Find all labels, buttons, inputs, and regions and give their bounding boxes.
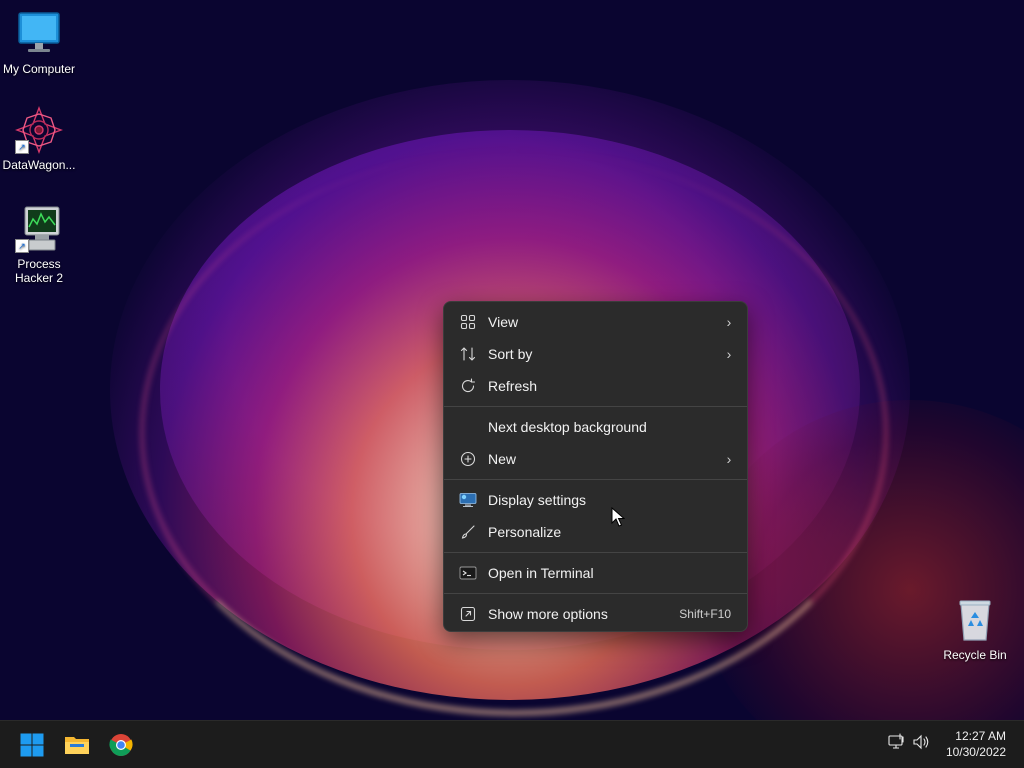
datawagon-icon: ↗ bbox=[15, 106, 63, 154]
menu-item-personalize[interactable]: Personalize bbox=[448, 516, 743, 548]
terminal-icon bbox=[448, 557, 488, 589]
menu-separator bbox=[444, 593, 747, 594]
refresh-icon bbox=[448, 370, 488, 402]
keyboard-shortcut: Shift+F10 bbox=[679, 607, 731, 621]
menu-item-sort-by[interactable]: Sort by › bbox=[448, 338, 743, 370]
menu-item-view[interactable]: View › bbox=[448, 306, 743, 338]
recycle-bin-icon bbox=[951, 596, 999, 644]
mouse-cursor-icon bbox=[611, 507, 625, 527]
grid-icon bbox=[448, 306, 488, 338]
chevron-right-icon: › bbox=[726, 451, 732, 467]
desktop[interactable]: My Computer ↗ DataWagon... ↗ Process Hac… bbox=[0, 0, 1024, 720]
sort-icon bbox=[448, 338, 488, 370]
menu-separator bbox=[444, 479, 747, 480]
desktop-icon-recycle-bin[interactable]: Recycle Bin bbox=[936, 596, 1014, 662]
clock-time: 12:27 AM bbox=[955, 729, 1006, 743]
network-icon[interactable] bbox=[888, 733, 906, 756]
menu-item-refresh[interactable]: Refresh bbox=[448, 370, 743, 402]
menu-separator bbox=[444, 406, 747, 407]
taskbar: 12:27 AM 10/30/2022 bbox=[0, 720, 1024, 768]
desktop-icon-process-hacker[interactable]: ↗ Process Hacker 2 bbox=[0, 205, 78, 285]
shortcut-arrow-icon: ↗ bbox=[15, 140, 29, 154]
desktop-icon-label: My Computer bbox=[2, 62, 76, 76]
monitor-icon bbox=[15, 10, 63, 58]
chevron-right-icon: › bbox=[726, 314, 732, 330]
desktop-icon-label: Process Hacker 2 bbox=[14, 257, 64, 285]
more-options-icon bbox=[448, 598, 488, 630]
start-button[interactable] bbox=[15, 729, 49, 761]
windows-start-icon bbox=[20, 733, 44, 757]
shortcut-arrow-icon: ↗ bbox=[15, 239, 29, 253]
desktop-icon-datawagon[interactable]: ↗ DataWagon... bbox=[0, 106, 78, 172]
plus-circle-icon bbox=[448, 443, 488, 475]
folder-icon bbox=[65, 737, 89, 754]
menu-separator bbox=[444, 552, 747, 553]
desktop-icon-my-computer[interactable]: My Computer bbox=[0, 10, 78, 76]
volume-icon[interactable] bbox=[912, 733, 930, 756]
clock-date: 10/30/2022 bbox=[945, 745, 1006, 759]
desktop-icon-label: DataWagon... bbox=[2, 158, 76, 172]
file-explorer-button[interactable] bbox=[60, 729, 94, 761]
chevron-right-icon: › bbox=[726, 346, 732, 362]
display-icon bbox=[448, 484, 488, 516]
menu-item-display-settings[interactable]: Display settings bbox=[448, 484, 743, 516]
desktop-icon-label: Recycle Bin bbox=[943, 648, 1007, 662]
menu-item-new[interactable]: New › bbox=[448, 443, 743, 475]
chrome-button[interactable] bbox=[104, 729, 138, 761]
process-hacker-icon: ↗ bbox=[15, 205, 63, 253]
brush-icon bbox=[448, 516, 488, 548]
menu-item-show-more-options[interactable]: Show more options Shift+F10 bbox=[448, 598, 743, 630]
menu-item-next-desktop-background[interactable]: Next desktop background bbox=[448, 411, 743, 443]
menu-item-open-in-terminal[interactable]: Open in Terminal bbox=[448, 557, 743, 589]
desktop-context-menu: View › Sort by › Refresh Next desktop ba… bbox=[443, 301, 748, 632]
chrome-icon bbox=[109, 734, 133, 756]
taskbar-clock[interactable]: 12:27 AM 10/30/2022 bbox=[946, 728, 1006, 760]
